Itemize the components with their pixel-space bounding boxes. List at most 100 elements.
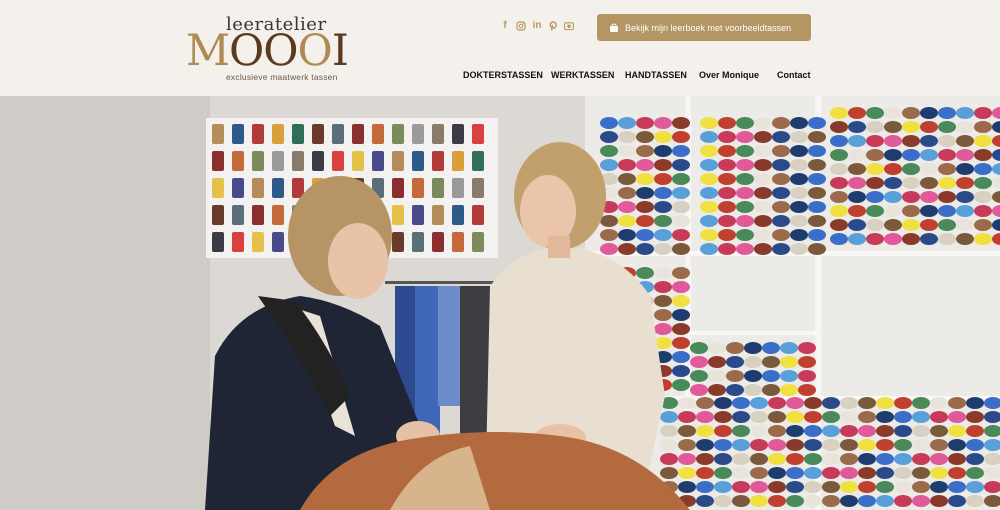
thread-spool	[392, 178, 404, 198]
leather-roll	[884, 191, 902, 203]
leather-roll	[714, 439, 732, 451]
thread-spool	[332, 151, 344, 171]
leather-roll	[654, 173, 672, 185]
leather-roll	[754, 215, 772, 227]
nav-item-handtassen[interactable]: HANDTASSEN	[625, 70, 687, 82]
leather-roll	[808, 187, 826, 199]
leather-roll	[654, 159, 672, 171]
pinterest-icon[interactable]	[548, 20, 558, 32]
leather-roll	[754, 173, 772, 185]
leather-roll	[736, 131, 754, 143]
leather-roll	[938, 205, 956, 217]
logo[interactable]: leeratelier MOOOI exclusieve maatwerk ta…	[186, 14, 349, 84]
leather-roll	[790, 117, 808, 129]
leather-roll	[830, 149, 848, 161]
thread-spool	[272, 178, 284, 198]
leather-roll	[876, 467, 894, 479]
leather-roll	[762, 342, 780, 354]
leather-roll	[714, 453, 732, 465]
leather-roll	[718, 229, 736, 241]
facebook-icon[interactable]: f	[500, 20, 510, 32]
leather-roll	[920, 163, 938, 175]
leather-roll	[768, 397, 786, 409]
leather-roll	[840, 467, 858, 479]
leather-roll	[848, 191, 866, 203]
leather-roll	[848, 219, 866, 231]
leather-roll	[636, 229, 654, 241]
leather-roll	[772, 159, 790, 171]
leather-roll	[938, 191, 956, 203]
leather-roll	[768, 467, 786, 479]
thread-spool	[352, 124, 364, 144]
leather-roll	[718, 131, 736, 143]
leather-roll	[938, 135, 956, 147]
leather-roll	[920, 219, 938, 231]
thread-spool	[472, 124, 484, 144]
leather-roll	[618, 145, 636, 157]
leather-roll	[600, 243, 618, 255]
leather-roll	[690, 356, 708, 368]
leather-roll	[672, 351, 690, 363]
leather-roll	[948, 425, 966, 437]
leather-roll	[736, 187, 754, 199]
nav-item-contact[interactable]: Contact	[777, 70, 811, 82]
leather-roll	[672, 229, 690, 241]
leather-roll	[804, 411, 822, 423]
leather-roll	[938, 121, 956, 133]
leather-roll	[660, 467, 678, 479]
leather-roll	[696, 411, 714, 423]
leather-roll	[920, 177, 938, 189]
leather-roll	[848, 205, 866, 217]
leather-roll	[938, 177, 956, 189]
leather-roll	[696, 467, 714, 479]
leather-roll	[618, 243, 636, 255]
nav-item-dokterstassen[interactable]: DOKTERSTASSEN	[463, 70, 543, 82]
leather-roll	[866, 177, 884, 189]
leather-roll	[866, 135, 884, 147]
linkedin-icon[interactable]: in	[532, 20, 542, 32]
leather-roll	[780, 342, 798, 354]
leather-roll	[790, 243, 808, 255]
thread-spool	[212, 151, 224, 171]
leather-roll	[804, 425, 822, 437]
leather-roll	[636, 173, 654, 185]
leather-roll	[830, 163, 848, 175]
thread-spool	[232, 151, 244, 171]
leather-roll	[718, 159, 736, 171]
leather-roll	[780, 356, 798, 368]
leather-roll	[902, 205, 920, 217]
leather-roll	[790, 187, 808, 199]
leather-roll	[974, 177, 992, 189]
leather-roll	[754, 229, 772, 241]
leather-roll	[966, 425, 984, 437]
leather-roll	[736, 145, 754, 157]
leerboek-button[interactable]: Bekijk mijn leerboek met voorbeeldtassen	[597, 14, 811, 41]
instagram-icon[interactable]	[516, 20, 526, 32]
leather-roll	[772, 243, 790, 255]
thread-spool	[372, 151, 384, 171]
leather-roll	[966, 467, 984, 479]
leather-roll	[654, 267, 672, 279]
nav-item-werktassen[interactable]: WERKTASSEN	[551, 70, 614, 82]
leather-roll	[678, 467, 696, 479]
leather-roll	[956, 191, 974, 203]
leather-roll	[966, 495, 984, 507]
leather-roll	[708, 356, 726, 368]
thread-spool	[272, 205, 284, 225]
leather-roll	[848, 107, 866, 119]
leather-roll	[956, 135, 974, 147]
leather-roll	[786, 467, 804, 479]
leather-roll	[762, 370, 780, 382]
nav-item-over-monique[interactable]: Over Monique	[699, 70, 759, 82]
leather-roll	[858, 411, 876, 423]
leather-roll	[618, 229, 636, 241]
leather-roll	[840, 495, 858, 507]
leather-roll	[700, 131, 718, 143]
leather-roll	[636, 131, 654, 143]
leather-roll	[736, 229, 754, 241]
leather-roll	[822, 397, 840, 409]
leather-roll	[732, 467, 750, 479]
camera-icon[interactable]	[564, 20, 574, 32]
leather-roll	[736, 201, 754, 213]
leather-roll	[912, 481, 930, 493]
